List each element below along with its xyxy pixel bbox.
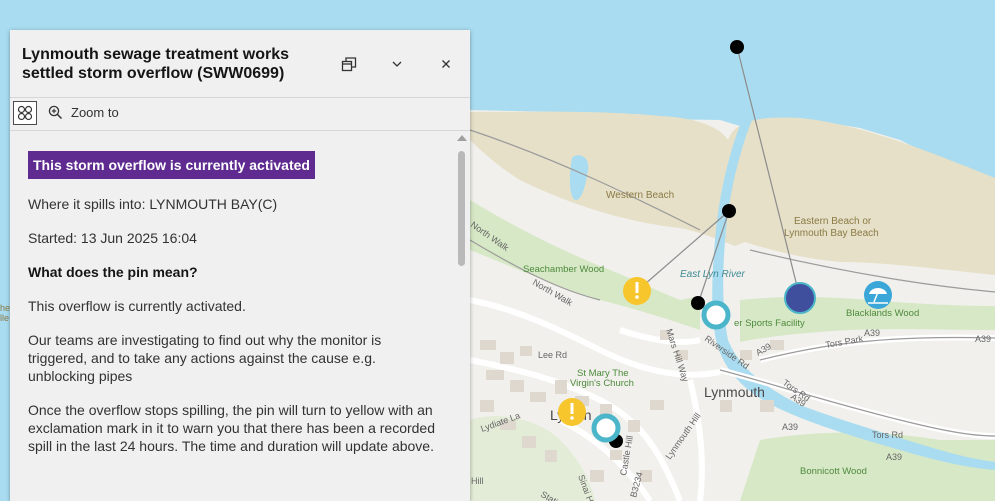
dock-button[interactable]	[337, 52, 361, 76]
pin-meaning-paragraph-2: Our teams are investigating to find out …	[28, 332, 382, 384]
popup-content[interactable]: This storm overflow is currently activat…	[10, 131, 454, 501]
map-label-lynmouth-bay-beach: Lynmouth Bay Beach	[784, 228, 879, 239]
map-label-st-mary-2: Virgin's Church	[570, 378, 634, 389]
map-label-a39-5: A39	[782, 422, 798, 432]
beach-umbrella-icon[interactable]	[864, 281, 892, 309]
map-label-water-sports: er Sports Facility	[734, 318, 805, 329]
feature-popup: Lynmouth sewage treatment works settled …	[10, 30, 470, 501]
map-pin-dot[interactable]	[730, 40, 744, 54]
close-icon	[442, 60, 450, 68]
map-pin-dot[interactable]	[722, 204, 736, 218]
activated-overflow-pin[interactable]	[784, 282, 816, 314]
map-label-a39-3: A39	[975, 334, 991, 344]
close-button[interactable]	[434, 52, 458, 76]
map-label-tors-rd-2: Tors Rd	[872, 430, 903, 440]
popup-toolbar: Zoom to	[10, 98, 470, 131]
popup-scrollbar[interactable]	[456, 131, 468, 501]
status-badge: This storm overflow is currently activat…	[28, 151, 315, 179]
map-label-hill: Hill	[471, 476, 484, 486]
map-label-east-lyn-river: East Lyn River	[680, 269, 746, 280]
map-label-he: he	[0, 303, 10, 313]
pin-meaning-paragraph-3: Once the overflow stops spilling, the pi…	[28, 402, 435, 454]
map-label-western-beach: Western Beach	[606, 190, 674, 201]
scroll-thumb[interactable]	[458, 151, 465, 266]
zoom-to-button[interactable]: Zoom to	[48, 105, 119, 120]
map-label-seachamber-wood: Seachamber Wood	[523, 264, 604, 275]
grid-circles-icon	[17, 105, 33, 121]
zoom-to-label: Zoom to	[71, 105, 119, 120]
dock-icon	[341, 57, 357, 72]
started-text: Started: 13 Jun 2025 16:04	[28, 230, 197, 246]
pin-meaning-heading: What does the pin mean?	[28, 264, 198, 280]
popup-title: Lynmouth sewage treatment works settled …	[22, 46, 290, 82]
map-label-eastern-beach: Eastern Beach or	[794, 216, 872, 227]
wood-area	[740, 432, 995, 501]
overflow-ring-pin[interactable]	[701, 300, 731, 330]
zoom-in-icon	[48, 105, 63, 120]
map-label-lynmouth: Lynmouth	[704, 384, 765, 400]
spills-into-text: Where it spills into: LYNMOUTH BAY(C)	[28, 196, 278, 212]
scroll-up-arrow[interactable]	[457, 135, 467, 141]
map-label-lle: lle	[0, 313, 9, 323]
popup-header: Lynmouth sewage treatment works settled …	[10, 30, 470, 98]
pin-meaning-paragraph-1: This overflow is currently activated.	[28, 298, 246, 314]
warning-icon[interactable]	[623, 277, 651, 305]
map-label-blacklands-wood: Blacklands Wood	[846, 308, 919, 319]
warning-icon[interactable]	[558, 398, 586, 426]
map-label-a39-2: A39	[864, 328, 880, 338]
map-pin-dot[interactable]	[691, 296, 705, 310]
select-features-button[interactable]	[13, 101, 37, 125]
collapse-button[interactable]	[385, 52, 409, 76]
overflow-ring-pin[interactable]	[591, 413, 621, 443]
map-label-lee-rd: Lee Rd	[538, 350, 567, 360]
map-label-a39-6: A39	[886, 452, 902, 462]
chevron-down-icon	[392, 61, 402, 67]
map-label-bonnicott-wood: Bonnicott Wood	[800, 466, 867, 477]
